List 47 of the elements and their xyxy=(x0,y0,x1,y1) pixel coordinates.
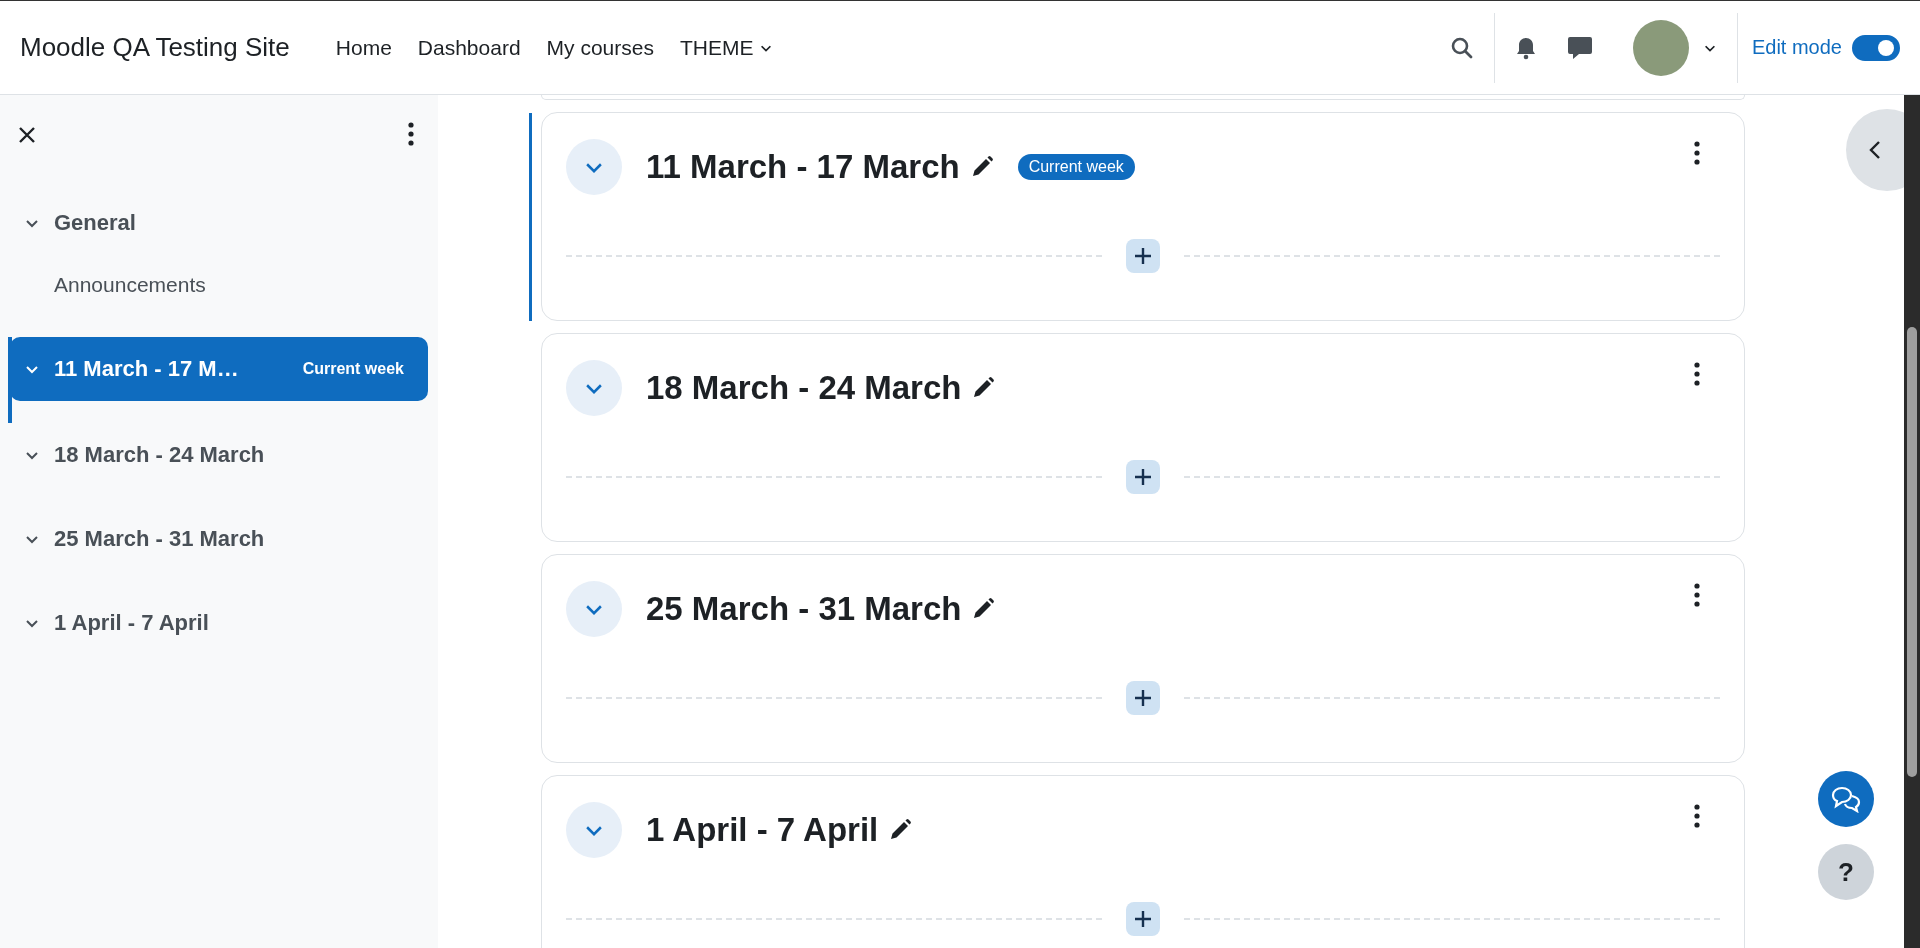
add-content-button[interactable] xyxy=(1126,460,1160,494)
nav-link[interactable]: Home xyxy=(335,35,392,60)
section-link-text: 1 April - 7 April xyxy=(54,610,210,636)
more-options-icon xyxy=(1694,583,1700,607)
pencil-icon[interactable] xyxy=(888,818,913,842)
chat-bubbles-icon xyxy=(1830,785,1862,813)
more-options-icon xyxy=(1694,362,1700,386)
section-title: 1 April - 7 April xyxy=(646,811,879,849)
pencil-icon[interactable] xyxy=(971,376,996,400)
scrollbar[interactable] xyxy=(1904,95,1920,948)
more-options-icon xyxy=(1694,804,1700,828)
search-icon xyxy=(1449,35,1474,60)
course-index-activity[interactable]: Announcements xyxy=(10,265,428,305)
course-index-item[interactable]: 11 March - 17 M… Current week xyxy=(10,337,428,401)
current-week-label: Current week xyxy=(302,360,404,378)
nav-link[interactable]: My courses xyxy=(546,35,654,60)
pencil-icon[interactable] xyxy=(971,597,996,621)
edit-mode-label: Edit mode xyxy=(1751,36,1842,59)
section-link-text: 25 March - 31 March xyxy=(54,526,266,552)
add-content-button[interactable] xyxy=(1126,681,1160,715)
nav-link[interactable]: THEME xyxy=(679,35,774,60)
section-title: 11 March - 17 March xyxy=(646,148,960,186)
add-content-button[interactable] xyxy=(1126,239,1160,273)
close-icon[interactable] xyxy=(18,126,36,144)
more-options-icon xyxy=(408,121,414,146)
plus-icon xyxy=(1134,247,1152,265)
help-button[interactable]: ? xyxy=(1818,844,1874,900)
plus-icon xyxy=(1134,468,1152,486)
course-index-item[interactable]: 18 March - 24 March xyxy=(10,423,428,487)
section-title: 25 March - 31 March xyxy=(646,590,962,628)
section-link-text: General xyxy=(54,210,137,236)
section-link-text: 11 March - 17 M… xyxy=(54,356,240,382)
course-index-item[interactable]: General xyxy=(10,191,428,255)
nav-link[interactable]: Dashboard xyxy=(417,35,521,60)
add-content-button[interactable] xyxy=(1126,902,1160,936)
course-index-item[interactable]: 1 April - 7 April xyxy=(10,591,428,655)
chevron-left-icon xyxy=(1868,140,1882,160)
section-link-text: 18 March - 24 March xyxy=(54,442,266,468)
current-week-badge: Current week xyxy=(1017,154,1135,180)
plus-icon xyxy=(1134,689,1152,707)
edit-mode-switch[interactable] xyxy=(1852,34,1900,61)
chat-bubbles-button[interactable] xyxy=(1818,771,1874,827)
section-title: 18 March - 24 March xyxy=(646,369,962,407)
course-index-item[interactable]: 25 March - 31 March xyxy=(10,507,428,571)
plus-icon xyxy=(1134,910,1152,928)
site-name[interactable]: Moodle QA Testing Site xyxy=(20,32,290,63)
more-options-icon xyxy=(1694,141,1700,165)
